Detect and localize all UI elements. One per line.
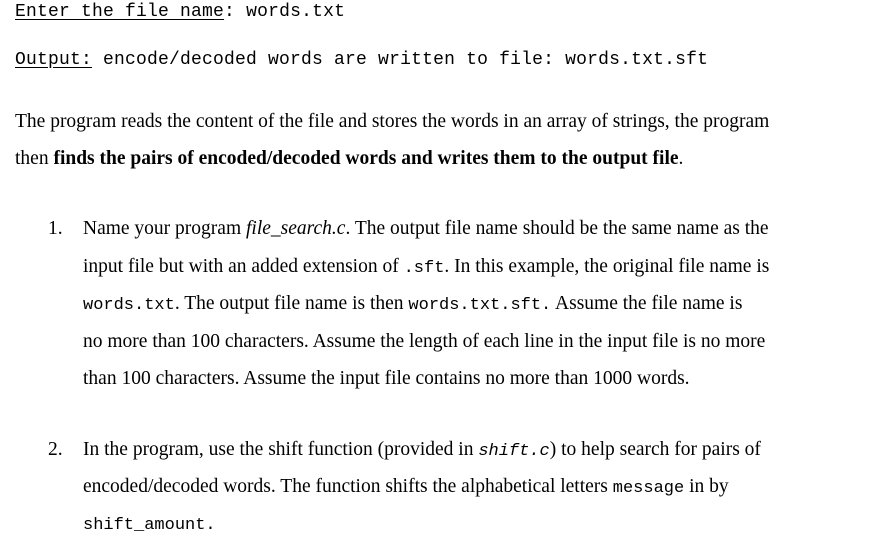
intro-plain-text: then (15, 148, 54, 169)
list-item-2-line-3: shift_amount. (83, 513, 216, 535)
output-text: encode/decoded words are written to file… (92, 50, 709, 70)
text: Name your program (83, 218, 246, 239)
text: In the program, use the shift function (… (83, 439, 479, 460)
text: . The output file name should be the sam… (345, 218, 769, 239)
console-output-line: Output: encode/decoded words are written… (15, 50, 708, 70)
enter-prompt-label: Enter the file name (15, 2, 225, 22)
list-item-1-line-3: words.txt. The output file name is then … (83, 293, 742, 315)
list-item-2-line-2: encoded/decoded words. The function shif… (83, 476, 729, 498)
shift-file-code: shift.c (478, 442, 550, 461)
shift-amount-code: shift_amount (83, 516, 206, 535)
list-item-1-line-2: input file but with an added extension o… (83, 256, 769, 278)
entered-filename: words.txt (246, 2, 346, 22)
text: . The output file name is then (174, 293, 409, 314)
text: . In this example, the original file nam… (444, 256, 770, 277)
program-filename: file_search.c (246, 218, 346, 239)
intro-end-text: . (678, 148, 684, 169)
output-filename-code: words.txt.sft. (408, 296, 552, 315)
intro-paragraph-line-2: then finds the pairs of encoded/decoded … (15, 148, 683, 170)
output-label: Output: (15, 50, 93, 70)
list-item-1-number: 1. (48, 218, 63, 239)
list-item-1-line-1: Name your program file_search.c. The out… (83, 218, 769, 240)
text: input file but with an added extension o… (83, 256, 404, 277)
list-item-1-line-4: no more than 100 characters. Assume the … (83, 331, 766, 352)
extension-code: .sft (403, 259, 445, 278)
input-filename-code: words.txt (83, 296, 175, 315)
text: . (205, 516, 216, 535)
text: in by (684, 476, 729, 497)
text: ) to help search for pairs of (549, 439, 761, 460)
list-item-1-line-5: than 100 characters. Assume the input fi… (83, 368, 690, 389)
message-code: message (612, 479, 685, 498)
enter-prompt-colon: : (224, 2, 247, 22)
text: Assume the file name is (551, 293, 743, 314)
list-item-2-number: 2. (48, 439, 63, 460)
text: encoded/decoded words. The function shif… (83, 476, 613, 497)
list-item-2-line-1: In the program, use the shift function (… (83, 439, 761, 461)
intro-bold-text: finds the pairs of encoded/decoded words… (53, 148, 679, 169)
console-enter-filename-line: Enter the file name: words.txt (15, 2, 345, 22)
intro-paragraph-line-1: The program reads the content of the fil… (15, 111, 770, 132)
